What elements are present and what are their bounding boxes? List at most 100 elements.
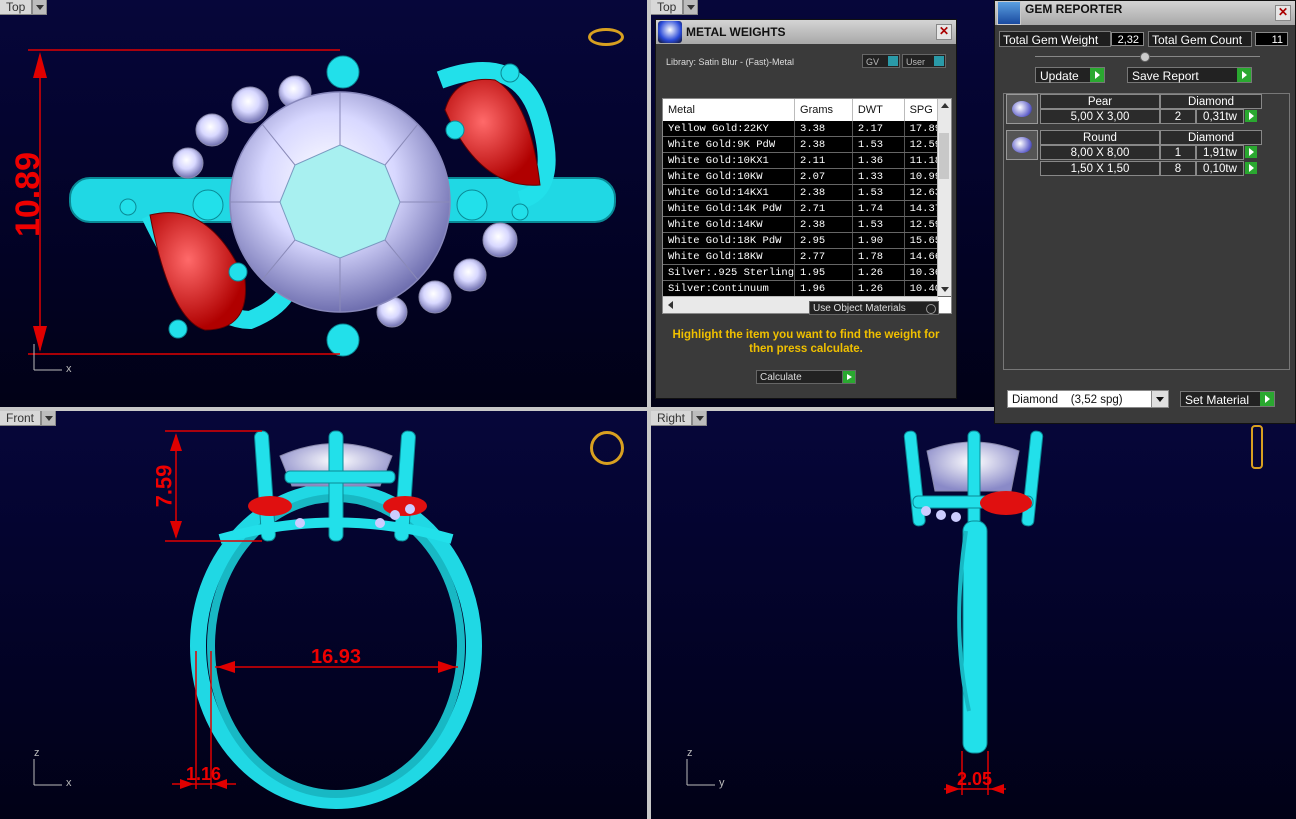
metal-weights-panel: METAL WEIGHTS ✕ Library: Satin Blur - (F…: [655, 19, 957, 399]
viewport-right[interactable]: Right 2.05 z y: [651, 411, 1296, 819]
table-cell: Silver:.925 Sterling: [663, 264, 796, 281]
vertical-scrollbar[interactable]: [937, 99, 951, 296]
table-cell: White Gold:10KX1: [663, 152, 796, 169]
metal-icon: [658, 21, 682, 43]
set-material-label: Set Material: [1185, 393, 1250, 407]
table-cell: White Gold:9K PdW: [663, 136, 796, 153]
table-cell: 1.53: [852, 136, 905, 153]
gem-weight: 1,91tw: [1196, 145, 1244, 160]
metal-table[interactable]: Metal Grams DWT SPG Yellow Gold:22KY 3.38…: [662, 98, 952, 314]
axis-x-label: x: [66, 363, 72, 375]
round-gem-thumbnail[interactable]: [1006, 130, 1038, 160]
scroll-down-icon[interactable]: [941, 287, 949, 292]
play-icon: [1260, 392, 1274, 406]
table-cell: 1.53: [852, 184, 905, 201]
table-row[interactable]: Yellow Gold:22KY 3.38 2.17 17.89: [663, 121, 951, 137]
gem-reporter-title: GEM REPORTER: [1025, 2, 1123, 16]
table-cell: White Gold:18KW: [663, 248, 796, 265]
chevron-down-icon[interactable]: [32, 0, 48, 15]
table-cell: White Gold:14KW: [663, 216, 796, 233]
table-cell: Yellow Gold:22KY: [663, 121, 796, 137]
ring-side-icon: [1251, 425, 1263, 469]
scroll-thumb[interactable]: [939, 133, 949, 179]
viewport-front[interactable]: Front 7.59 16.93 1.16 z x: [0, 411, 647, 819]
viewport-label: Top: [0, 0, 33, 15]
table-row[interactable]: White Gold:14KW 2.38 1.53 12.59: [663, 216, 951, 233]
calculate-button[interactable]: Calculate: [756, 370, 856, 384]
table-row[interactable]: White Gold:18K PdW 2.95 1.90 15.65: [663, 232, 951, 249]
dimension-height: 7.59: [151, 464, 177, 508]
table-cell: White Gold:14K PdW: [663, 200, 796, 217]
table-row[interactable]: White Gold:18KW 2.77 1.78 14.66: [663, 248, 951, 265]
use-object-materials-toggle[interactable]: Use Object Materials: [809, 301, 939, 315]
slider-knob[interactable]: [1140, 52, 1150, 62]
table-cell: 2.38: [794, 184, 853, 201]
col-dwt[interactable]: DWT: [852, 99, 905, 121]
save-report-button[interactable]: Save Report: [1127, 67, 1252, 83]
viewport-top[interactable]: Top 10.89 x: [0, 0, 647, 407]
table-cell: 1.33: [852, 168, 905, 185]
close-icon[interactable]: ✕: [936, 24, 952, 40]
pear-gem-thumbnail[interactable]: [1006, 94, 1038, 124]
table-row[interactable]: Silver:Continuum 1.96 1.26 10.40: [663, 280, 951, 297]
gem-size: 5,00 X 3,00: [1040, 109, 1160, 124]
table-cell: 2.17: [852, 121, 905, 137]
gem-icon: [1012, 137, 1032, 153]
table-row[interactable]: White Gold:9K PdW 2.38 1.53 12.59: [663, 136, 951, 153]
chevron-down-icon[interactable]: [692, 411, 708, 426]
save-report-label: Save Report: [1132, 69, 1199, 83]
table-cell: 2.95: [794, 232, 853, 249]
gem-count: 2: [1160, 109, 1196, 124]
gem-reporter-titlebar[interactable]: GEM REPORTER ✕: [995, 1, 1295, 25]
table-row[interactable]: White Gold:10KX1 2.11 1.36 11.18: [663, 152, 951, 169]
close-icon[interactable]: ✕: [1275, 5, 1291, 21]
table-cell: 1.78: [852, 248, 905, 265]
select-gem-button[interactable]: [1245, 162, 1257, 174]
table-cell: 1.53: [852, 216, 905, 233]
table-row[interactable]: White Gold:14KX1 2.38 1.53 12.63: [663, 184, 951, 201]
table-cell: 2.38: [794, 216, 853, 233]
scroll-up-icon[interactable]: [941, 103, 949, 108]
dimension-height: 10.89: [9, 151, 48, 238]
gem-shape: Pear: [1040, 94, 1160, 109]
table-cell: 2.71: [794, 200, 853, 217]
viewport-tab-right[interactable]: Right: [651, 411, 708, 426]
chevron-down-icon[interactable]: [683, 0, 699, 15]
user-toggle[interactable]: User: [902, 54, 946, 68]
calculate-label: Calculate: [760, 372, 802, 383]
material-select[interactable]: Diamond (3,52 spg): [1007, 390, 1169, 408]
gem-material: Diamond: [1160, 94, 1262, 109]
dimension-shank-width: 2.05: [957, 769, 993, 789]
table-cell: 1.95: [794, 264, 853, 281]
table-cell: 3.38: [794, 121, 853, 137]
library-label: Library: Satin Blur - (Fast)-Metal: [666, 57, 795, 67]
update-button[interactable]: Update: [1035, 67, 1105, 83]
material-select-value: Diamond (3,52 spg): [1012, 394, 1123, 406]
select-gem-button[interactable]: [1245, 110, 1257, 122]
viewport-tab-top[interactable]: Top: [651, 0, 699, 15]
scroll-left-icon[interactable]: [668, 301, 673, 309]
total-gem-count-value: 11: [1255, 32, 1288, 46]
play-icon: [842, 371, 855, 383]
viewport-tab-top[interactable]: Top: [0, 0, 48, 15]
table-cell: 1.74: [852, 200, 905, 217]
update-label: Update: [1040, 69, 1079, 83]
gem-shape: Round: [1040, 130, 1160, 145]
table-row[interactable]: White Gold:14K PdW 2.71 1.74 14.37: [663, 200, 951, 217]
table-row[interactable]: Silver:.925 Sterling 1.95 1.26 10.36: [663, 264, 951, 281]
set-material-button[interactable]: Set Material: [1180, 391, 1275, 407]
gem-list[interactable]: Pear Diamond 5,00 X 3,00 2 0,31tw Round …: [1003, 93, 1290, 370]
col-metal[interactable]: Metal: [663, 99, 796, 121]
table-row[interactable]: White Gold:10KW 2.07 1.33 10.99: [663, 168, 951, 185]
viewport-label: Front: [0, 411, 42, 426]
viewport-tab-front[interactable]: Front: [0, 411, 57, 426]
chevron-down-icon[interactable]: [41, 411, 57, 426]
select-gem-button[interactable]: [1245, 146, 1257, 158]
table-cell: Silver:Continuum: [663, 280, 796, 297]
metal-weights-titlebar[interactable]: METAL WEIGHTS ✕: [656, 20, 956, 44]
viewport-label: Right: [651, 411, 693, 426]
gv-toggle[interactable]: GV: [862, 54, 900, 68]
table-cell: 2.77: [794, 248, 853, 265]
chevron-down-icon[interactable]: [1151, 391, 1168, 407]
col-grams[interactable]: Grams: [794, 99, 853, 121]
